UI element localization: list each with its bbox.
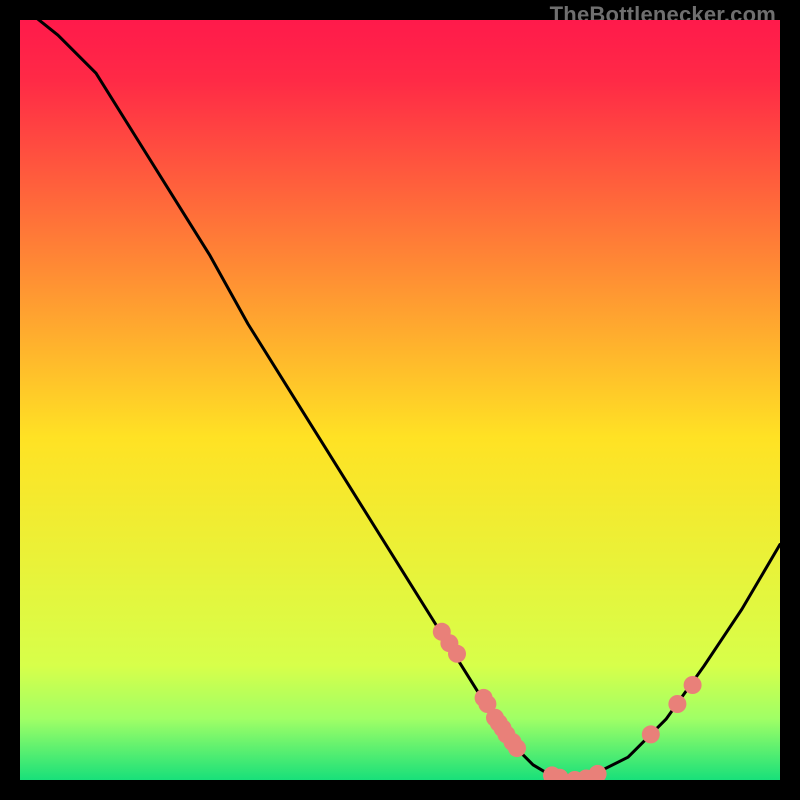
curve-marker [684,676,702,694]
bottleneck-chart [20,20,780,780]
curve-marker [668,695,686,713]
curve-marker [642,725,660,743]
chart-frame [20,20,780,780]
curve-marker [508,739,526,757]
curve-marker [448,645,466,663]
